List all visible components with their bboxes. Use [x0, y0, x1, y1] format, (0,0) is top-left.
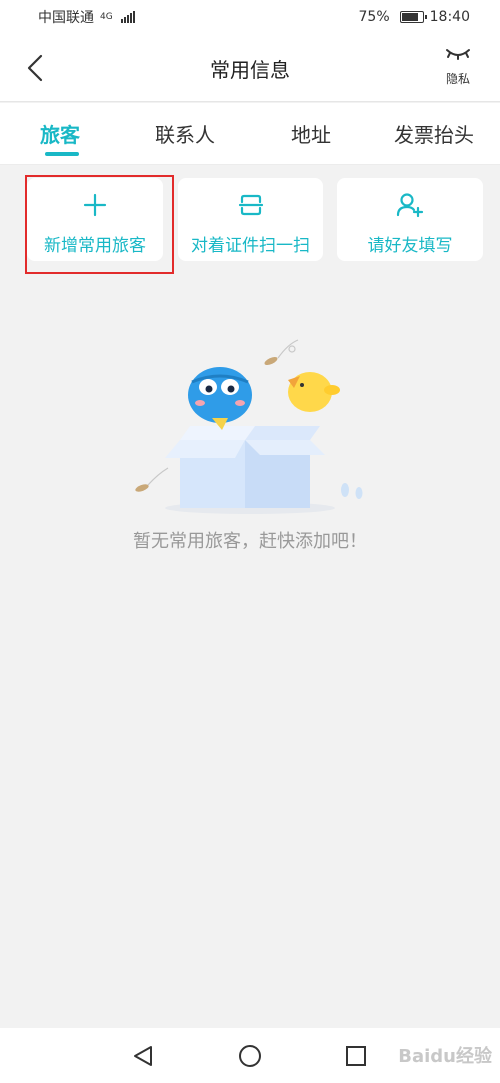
- network-type: 4G: [100, 11, 113, 22]
- tab-invoice-title[interactable]: 发票抬头: [394, 119, 474, 148]
- add-traveler-button[interactable]: 新增常用旅客: [27, 178, 163, 261]
- system-recents-icon[interactable]: [344, 1044, 368, 1068]
- watermark-text: Baidu经验: [398, 1046, 492, 1067]
- privacy-label: 隐私: [445, 72, 470, 86]
- signal-icon: [120, 11, 135, 23]
- status-right: 75% 18:40: [359, 9, 470, 25]
- tab-address[interactable]: 地址: [291, 119, 331, 148]
- tab-contacts[interactable]: 联系人: [155, 119, 215, 148]
- system-back-icon[interactable]: [131, 1044, 155, 1068]
- scan-id-label: 对着证件扫一扫: [191, 236, 310, 256]
- battery-percent: 75%: [358, 9, 390, 25]
- carrier-name: 中国联通: [38, 10, 94, 26]
- add-friend-icon: [396, 193, 424, 218]
- active-tab-indicator: [45, 152, 79, 156]
- status-left: 中国联通 4G: [38, 7, 135, 27]
- tab-travelers[interactable]: 旅客: [40, 119, 80, 148]
- system-home-icon[interactable]: [238, 1044, 262, 1068]
- system-nav-bar: Baidu经验: [0, 1028, 500, 1083]
- privacy-button[interactable]: 隐私: [440, 44, 476, 87]
- empty-box-illustration: [135, 339, 363, 514]
- scan-id-button[interactable]: 对着证件扫一扫: [178, 178, 323, 261]
- eye-closed-icon: [446, 49, 470, 60]
- nav-bar: 常用信息 隐私: [0, 34, 500, 102]
- battery-icon: [399, 11, 427, 23]
- page-title: 常用信息: [210, 58, 290, 82]
- invite-friend-label: 请好友填写: [367, 236, 453, 256]
- status-bar: 中国联通 4G 75% 18:40: [0, 0, 500, 34]
- scan-icon: [238, 194, 263, 216]
- empty-state-message: 暂无常用旅客，赶快添加吧！: [133, 531, 367, 552]
- clock: 18:40: [429, 9, 470, 25]
- plus-icon: [83, 193, 107, 217]
- add-traveler-label: 新增常用旅客: [44, 236, 146, 256]
- invite-friend-button[interactable]: 请好友填写: [337, 178, 483, 261]
